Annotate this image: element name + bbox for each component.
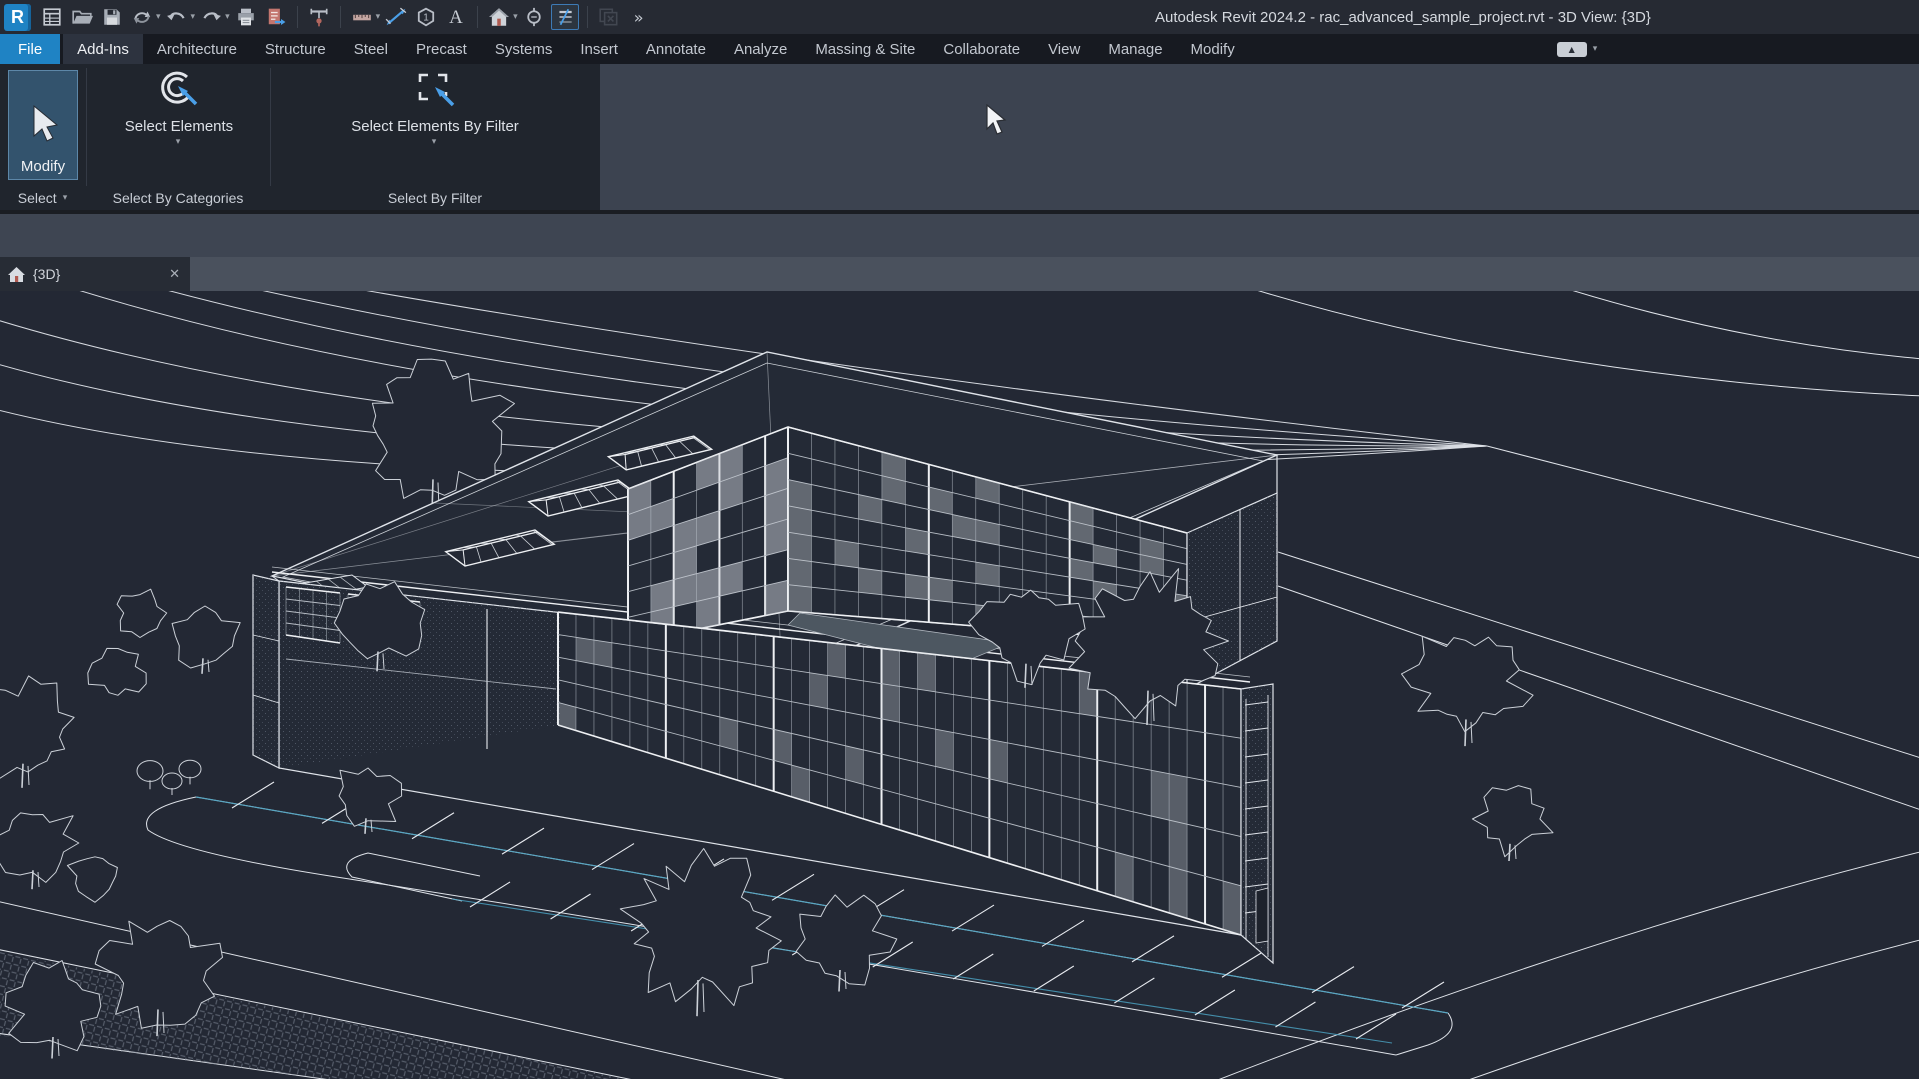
select-elements-by-filter-button[interactable]: Select Elements By Filter ▾ <box>280 70 590 147</box>
chevron-down-icon[interactable]: ▾ <box>513 12 518 22</box>
chevron-down-icon[interactable]: ▾ <box>156 12 161 22</box>
redo-icon[interactable] <box>198 5 224 29</box>
mouse-cursor <box>985 104 1011 136</box>
ribbon-tab-systems[interactable]: Systems <box>481 34 567 64</box>
revit-logo[interactable]: R <box>4 4 31 31</box>
modify-button-label: Modify <box>21 158 65 175</box>
home-3d-view-icon[interactable] <box>486 5 512 29</box>
ribbon-tab-row: FileAdd-InsArchitectureStructureSteelPre… <box>0 34 1919 64</box>
modify-cursor-icon <box>26 104 60 148</box>
select-elements-label: Select Elements <box>125 118 233 135</box>
print-icon[interactable] <box>233 5 259 29</box>
open-icon[interactable] <box>69 5 95 29</box>
view-tab-strip: {3D} ✕ <box>0 257 1919 291</box>
collapse-ribbon-icon[interactable]: ▲ <box>1557 42 1587 57</box>
ribbon-tab-modify[interactable]: Modify <box>1177 34 1249 64</box>
modify-button[interactable]: Modify <box>8 70 78 180</box>
ribbon-tab-analyze[interactable]: Analyze <box>720 34 801 64</box>
aligned-dimension-icon[interactable] <box>383 5 409 29</box>
ribbon-tab-view[interactable]: View <box>1034 34 1094 64</box>
panel-label-row: Select ▾ Select By Categories Select By … <box>0 186 600 210</box>
ribbon-tab-add-ins[interactable]: Add-Ins <box>63 34 143 64</box>
properties-icon[interactable] <box>39 5 65 29</box>
export-icon[interactable] <box>263 5 289 29</box>
panel-select-by-filter[interactable]: Select By Filter <box>270 186 600 210</box>
ribbon-tab-insert[interactable]: Insert <box>566 34 632 64</box>
panel-select-label: Select <box>18 190 57 206</box>
quick-access-toolbar: ▾ ▾ ▾ ▾ 1 A ▾ » <box>37 4 654 30</box>
ribbon-tab-structure[interactable]: Structure <box>251 34 340 64</box>
home-icon <box>8 267 25 282</box>
toolbar-separator <box>297 6 298 28</box>
3d-wireframe-view <box>0 291 1919 1079</box>
ribbon-tab-file[interactable]: File <box>0 34 60 64</box>
chevron-down-icon[interactable]: ▾ <box>225 12 230 22</box>
panel-select[interactable]: Select ▾ <box>0 186 86 210</box>
panel-separator <box>270 68 271 186</box>
panel-separator <box>86 68 87 186</box>
window-title: Autodesk Revit 2024.2 - rac_advanced_sam… <box>1155 0 1651 34</box>
svg-text:A: A <box>449 7 463 27</box>
select-elements-icon <box>156 70 202 110</box>
select-elements-button[interactable]: Select Elements ▾ <box>96 70 262 147</box>
toolbar-separator <box>340 6 341 28</box>
ribbon-tab-architecture[interactable]: Architecture <box>143 34 251 64</box>
thin-lines-icon[interactable] <box>551 4 579 30</box>
close-icon[interactable]: ✕ <box>169 267 180 282</box>
chevron-down-icon[interactable]: ▾ <box>176 137 181 147</box>
close-inactive-views-icon <box>596 5 622 29</box>
ribbon-tab-steel[interactable]: Steel <box>340 34 402 64</box>
chevron-down-icon[interactable]: ▾ <box>63 193 68 203</box>
sync-icon[interactable] <box>129 5 155 29</box>
select-by-filter-icon <box>412 70 458 110</box>
panel-select-by-categories[interactable]: Select By Categories <box>86 186 270 210</box>
svg-text:1: 1 <box>423 13 429 24</box>
select-by-filter-label: Select Elements By Filter <box>351 118 519 135</box>
section-icon[interactable] <box>521 5 547 29</box>
ribbon: Modify Select Elements ▾ Select Elemen <box>0 64 1919 210</box>
measure-icon[interactable] <box>306 5 332 29</box>
title-bar: R ▾ ▾ ▾ ▾ 1 A ▾ » Autodesk Revit 2024.2 - rac_a… <box>0 0 1919 34</box>
panel-by-filter-label: Select By Filter <box>388 190 482 206</box>
drawing-area[interactable] <box>0 291 1919 1079</box>
ribbon-tab-manage[interactable]: Manage <box>1094 34 1176 64</box>
dimension-icon[interactable] <box>349 5 375 29</box>
toolbar-separator <box>587 6 588 28</box>
view-tab-label: {3D} <box>33 266 60 282</box>
chevron-down-icon[interactable]: ▾ <box>376 12 381 22</box>
ribbon-tab-annotate[interactable]: Annotate <box>632 34 720 64</box>
undo-icon[interactable] <box>164 5 190 29</box>
customize-qat-chevrons[interactable]: » <box>626 5 652 29</box>
chevron-down-icon[interactable]: ▾ <box>191 12 196 22</box>
chevron-down-icon[interactable]: ▾ <box>1593 44 1598 54</box>
chevron-down-icon[interactable]: ▾ <box>432 137 437 147</box>
tag-icon[interactable]: 1 <box>413 5 439 29</box>
options-bar <box>0 214 1919 257</box>
ribbon-empty-area <box>600 64 1919 210</box>
ribbon-tab-collaborate[interactable]: Collaborate <box>929 34 1034 64</box>
save-icon[interactable] <box>99 5 125 29</box>
ribbon-tab-precast[interactable]: Precast <box>402 34 481 64</box>
panel-by-categories-label: Select By Categories <box>113 190 244 206</box>
text-icon[interactable]: A <box>443 5 469 29</box>
ribbon-state-control[interactable]: ▲▾ <box>1557 34 1599 64</box>
ribbon-tab-massing-site[interactable]: Massing & Site <box>801 34 929 64</box>
toolbar-separator <box>477 6 478 28</box>
view-tab-3d[interactable]: {3D} ✕ <box>0 257 190 291</box>
revit-window: R ▾ ▾ ▾ ▾ 1 A ▾ » Autodesk Revit 2024.2 - rac_a… <box>0 0 1919 1079</box>
